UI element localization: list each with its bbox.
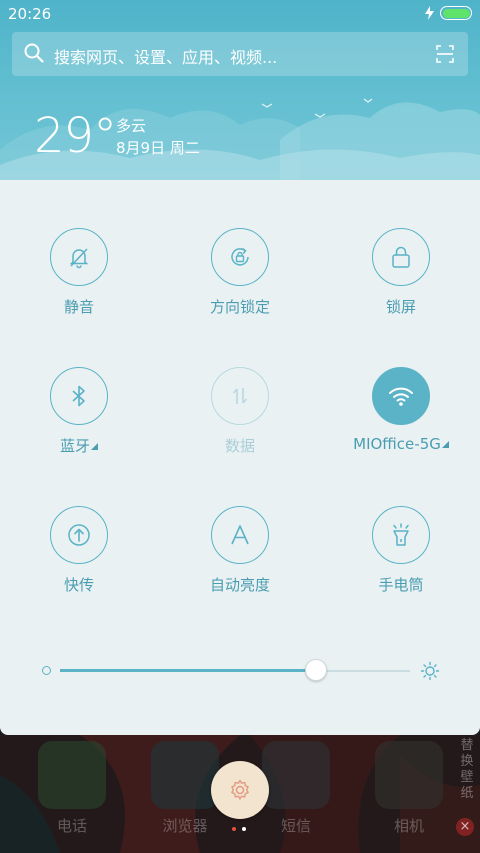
message-icon[interactable] — [262, 741, 330, 809]
change-wallpaper-label[interactable]: 替换壁纸 — [458, 738, 476, 802]
rotation-lock-icon — [231, 247, 249, 266]
search-input[interactable]: 搜索网页、设置、应用、视频... — [54, 44, 277, 68]
toggle-label-text: MIOffice-5G — [353, 435, 441, 453]
battery-icon — [440, 6, 472, 20]
toggle-wifi[interactable]: MIOffice-5G — [331, 367, 471, 453]
weather-condition: 多云 — [116, 117, 147, 135]
app-label: 电话 — [56, 817, 87, 835]
toggle-quick-transfer[interactable]: 快传 — [9, 506, 149, 595]
toggle-label: 静音 — [63, 298, 94, 316]
bell-off-icon — [69, 248, 89, 269]
mute-button[interactable] — [50, 228, 108, 286]
settings-button[interactable] — [211, 761, 269, 819]
dock-app-phone[interactable]: 电话 — [32, 741, 112, 836]
scan-icon[interactable] — [436, 45, 454, 63]
weather-header: 20:26 搜索网页、设置、应用、视频... 29° 多云 8月9日 周二 — [0, 0, 480, 180]
battery-fill — [442, 8, 470, 18]
wifi-icon — [389, 387, 413, 406]
brightness-min-icon — [42, 666, 51, 675]
submenu-indicator-icon — [91, 443, 98, 450]
app-label: 短信 — [280, 817, 311, 835]
sun-icon — [420, 661, 440, 681]
toggle-label: 手电筒 — [378, 576, 424, 594]
mobile-data-icon — [232, 388, 248, 404]
toggle-bluetooth[interactable]: 蓝牙 — [9, 367, 149, 456]
browser-icon[interactable] — [151, 741, 219, 809]
app-label: 相机 — [393, 817, 424, 835]
toggle-label: 锁屏 — [385, 298, 416, 316]
toggle-flashlight[interactable]: 手电筒 — [331, 506, 471, 595]
brightness-thumb[interactable] — [304, 659, 327, 681]
lock-icon — [392, 246, 410, 268]
page-dot — [232, 827, 236, 831]
toggle-label-text: 蓝牙 — [59, 437, 90, 455]
quick-transfer-icon — [68, 524, 90, 546]
toggle-label: 数据 — [224, 437, 255, 455]
brightness-slider[interactable] — [40, 658, 440, 684]
quick-transfer-button[interactable] — [50, 506, 108, 564]
toggle-label: 快传 — [63, 576, 94, 594]
flashlight-icon — [393, 523, 409, 546]
phone-icon[interactable] — [38, 741, 106, 809]
status-bar: 20:26 — [0, 0, 480, 28]
status-time: 20:26 — [8, 5, 52, 23]
bluetooth-icon — [72, 385, 85, 407]
toggle-label: 自动亮度 — [209, 576, 270, 594]
toggle-lock-screen[interactable]: 锁屏 — [331, 228, 471, 317]
rotation-lock-button[interactable] — [211, 228, 269, 286]
search-icon — [24, 43, 44, 63]
gear-icon — [231, 779, 249, 800]
toggle-label: 蓝牙 — [9, 435, 149, 456]
brightness-track-fill — [60, 669, 316, 672]
status-indicators — [425, 6, 472, 20]
toggle-label: MIOffice-5G — [331, 435, 471, 453]
charging-icon — [425, 6, 434, 20]
auto-brightness-icon — [231, 525, 249, 545]
weather-date: 8月9日 周二 — [116, 139, 200, 157]
lock-screen-button[interactable] — [372, 228, 430, 286]
toggle-mobile-data[interactable]: 数据 — [170, 367, 310, 456]
toggle-rotation-lock[interactable]: 方向锁定 — [170, 228, 310, 317]
page-dot-active — [242, 827, 246, 831]
mobile-data-button[interactable] — [211, 367, 269, 425]
page-indicator — [232, 827, 246, 831]
flashlight-button[interactable] — [372, 506, 430, 564]
quick-settings-panel: 静音 方向锁定 锁屏 蓝牙 数据 MIOffice-5G 快传 自动亮度 手电筒 — [0, 180, 480, 735]
auto-brightness-button[interactable] — [211, 506, 269, 564]
close-badge[interactable]: × — [456, 818, 474, 836]
submenu-indicator-icon — [441, 441, 449, 448]
temperature: 29° — [34, 108, 117, 164]
search-bar[interactable]: 搜索网页、设置、应用、视频... — [12, 32, 468, 76]
wifi-button[interactable] — [372, 367, 430, 425]
toggle-auto-brightness[interactable]: 自动亮度 — [170, 506, 310, 595]
toggle-label: 方向锁定 — [209, 298, 270, 316]
app-label: 浏览器 — [162, 817, 208, 835]
bluetooth-button[interactable] — [50, 367, 108, 425]
camera-icon[interactable] — [375, 741, 443, 809]
dock-app-camera[interactable]: 相机 — [369, 741, 449, 836]
toggle-mute[interactable]: 静音 — [9, 228, 149, 317]
